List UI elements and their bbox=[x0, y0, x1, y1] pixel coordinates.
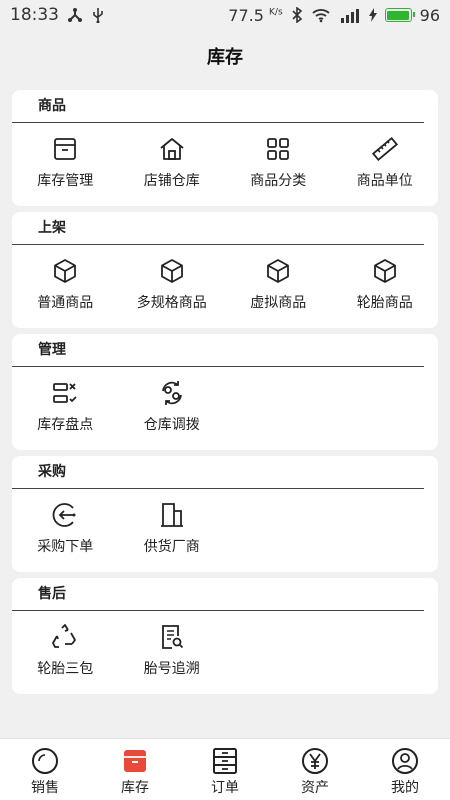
menu-item-label: 普通商品 bbox=[37, 295, 94, 311]
menu-item-stocktaking[interactable]: 库存盘点 bbox=[12, 379, 119, 434]
section-title: 售后 bbox=[12, 578, 424, 611]
menu-item-store-warehouse[interactable]: 店铺仓库 bbox=[119, 135, 226, 190]
app-header: 库存 bbox=[0, 30, 450, 82]
wifi-icon bbox=[312, 9, 330, 23]
home-icon bbox=[160, 138, 184, 160]
nav-label: 我的 bbox=[391, 780, 419, 796]
nav-item-inventory[interactable]: 库存 bbox=[90, 739, 180, 800]
menu-item-label: 胎号追溯 bbox=[143, 661, 200, 677]
menu-item-label: 多规格商品 bbox=[136, 295, 207, 311]
network-speed: 77.5 K/s bbox=[228, 5, 283, 25]
nav-item-sales[interactable]: 销售 bbox=[0, 739, 90, 800]
status-time: 18:33 bbox=[10, 5, 59, 25]
nav-item-assets[interactable]: 资产 bbox=[270, 739, 360, 800]
section-products: 商品 库存管理 店铺仓库 商品分类 商品单位 bbox=[12, 90, 438, 206]
signal-icon bbox=[340, 9, 359, 23]
menu-item-label: 轮胎商品 bbox=[356, 295, 413, 311]
usb-icon bbox=[93, 8, 103, 23]
menu-item-multi-spec-product[interactable]: 多规格商品 bbox=[119, 257, 226, 312]
box-icon bbox=[54, 138, 77, 160]
nav-item-profile[interactable]: 我的 bbox=[360, 739, 450, 800]
cube-icon bbox=[373, 259, 396, 283]
cube-icon bbox=[267, 259, 290, 283]
bluetooth-icon bbox=[292, 7, 302, 23]
box-filled-icon bbox=[124, 750, 146, 772]
menu-item-label: 轮胎三包 bbox=[37, 661, 94, 677]
status-bar: 18:33 77.5 K/s 96 bbox=[0, 0, 450, 30]
charging-icon bbox=[368, 8, 377, 22]
sections-container: 商品 库存管理 店铺仓库 商品分类 商品单位 上架 普通商品 多规格商品 虚拟商… bbox=[12, 90, 438, 700]
section-title: 上架 bbox=[12, 212, 424, 245]
menu-item-product-category[interactable]: 商品分类 bbox=[225, 135, 332, 190]
yen-icon bbox=[302, 748, 328, 774]
menu-item-inventory-management[interactable]: 库存管理 bbox=[12, 135, 119, 190]
nav-item-orders[interactable]: 订单 bbox=[180, 739, 270, 800]
document-search-icon bbox=[161, 625, 183, 649]
nav-label: 销售 bbox=[31, 780, 59, 796]
user-icon bbox=[392, 748, 418, 774]
cube-icon bbox=[54, 259, 77, 283]
section-title: 采购 bbox=[12, 456, 424, 489]
recycle-icon bbox=[52, 624, 77, 648]
menu-item-label: 采购下单 bbox=[37, 539, 94, 555]
circle-icon bbox=[32, 748, 58, 774]
menu-item-product-unit[interactable]: 商品单位 bbox=[332, 135, 439, 190]
menu-item-label: 虚拟商品 bbox=[250, 295, 307, 311]
menu-item-label: 库存盘点 bbox=[37, 417, 94, 433]
menu-item-virtual-product[interactable]: 虚拟商品 bbox=[225, 257, 332, 312]
battery-level: 96 bbox=[419, 5, 440, 25]
battery-icon bbox=[384, 8, 415, 22]
menu-item-label: 店铺仓库 bbox=[143, 173, 200, 189]
section-title: 管理 bbox=[12, 334, 424, 367]
page-title: 库存 bbox=[207, 47, 243, 68]
arrow-circle-icon bbox=[52, 503, 76, 527]
grid-icon bbox=[267, 138, 290, 160]
menu-item-label: 商品单位 bbox=[356, 173, 413, 189]
menu-item-tire-product[interactable]: 轮胎商品 bbox=[332, 257, 439, 312]
menu-item-supplier[interactable]: 供货厂商 bbox=[119, 501, 226, 556]
section-after-sales: 售后 轮胎三包 胎号追溯 bbox=[12, 578, 438, 694]
menu-item-tire-traceability[interactable]: 胎号追溯 bbox=[119, 623, 226, 678]
cabinet-icon bbox=[213, 748, 237, 774]
section-purchase: 采购 采购下单 供货厂商 bbox=[12, 456, 438, 572]
nav-label: 资产 bbox=[301, 780, 329, 796]
section-title: 商品 bbox=[12, 90, 424, 123]
menu-item-label: 仓库调拨 bbox=[143, 417, 200, 433]
checklist-icon bbox=[53, 383, 77, 403]
nav-label: 订单 bbox=[211, 780, 239, 796]
menu-item-label: 商品分类 bbox=[250, 173, 307, 189]
menu-item-label: 库存管理 bbox=[37, 173, 94, 189]
menu-item-tire-warranty[interactable]: 轮胎三包 bbox=[12, 623, 119, 678]
bottom-nav: 销售 库存 订单 资产 我的 bbox=[0, 738, 450, 800]
building-icon bbox=[160, 503, 183, 527]
ruler-icon bbox=[371, 136, 398, 162]
network-share-icon bbox=[68, 8, 82, 22]
menu-item-warehouse-transfer[interactable]: 仓库调拨 bbox=[119, 379, 226, 434]
menu-item-label: 供货厂商 bbox=[143, 539, 200, 555]
section-management: 管理 库存盘点 仓库调拨 bbox=[12, 334, 438, 450]
transfer-icon bbox=[161, 381, 182, 405]
section-listing: 上架 普通商品 多规格商品 虚拟商品 轮胎商品 bbox=[12, 212, 438, 328]
menu-item-purchase-order[interactable]: 采购下单 bbox=[12, 501, 119, 556]
nav-label: 库存 bbox=[121, 780, 149, 796]
menu-item-normal-product[interactable]: 普通商品 bbox=[12, 257, 119, 312]
cube-icon bbox=[160, 259, 183, 283]
